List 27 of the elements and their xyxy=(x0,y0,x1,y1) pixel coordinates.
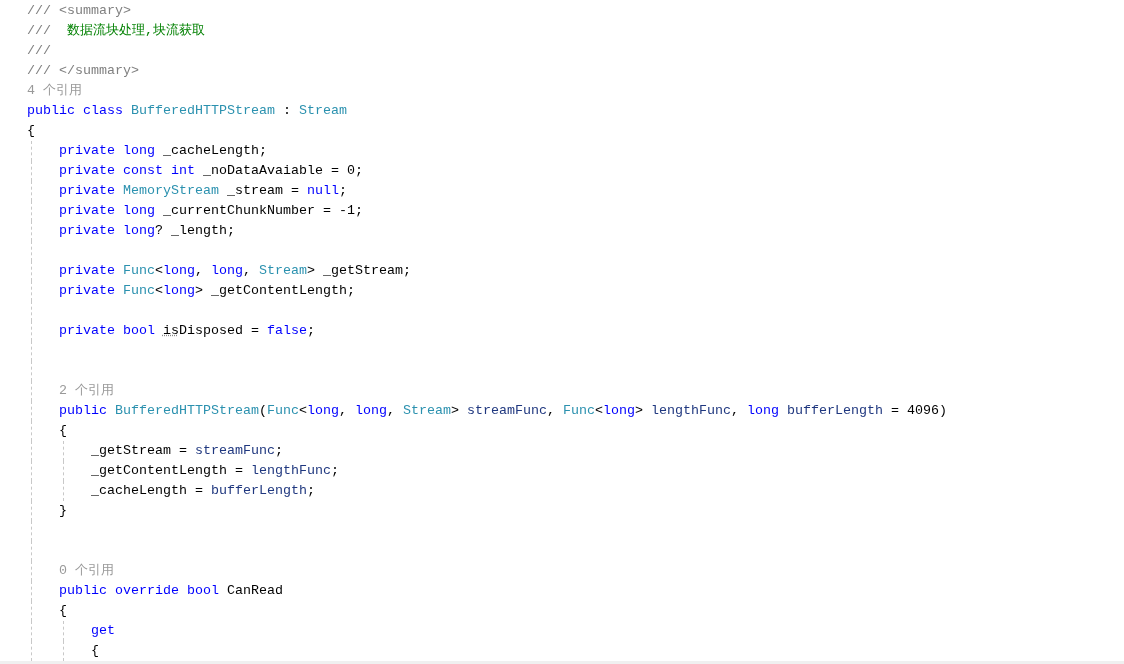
code-line: private long _currentChunkNumber = -1; xyxy=(58,202,363,220)
code-line: { xyxy=(90,642,99,660)
code-line: { xyxy=(58,422,67,440)
codelens-link[interactable]: 2 个引用 xyxy=(27,381,114,401)
code-line: public override bool CanRead xyxy=(58,582,283,600)
code-line: get xyxy=(90,622,115,640)
code-line: _cacheLength = bufferLength; xyxy=(90,482,315,500)
code-line: _getContentLength = lengthFunc; xyxy=(90,462,339,480)
code-line: { xyxy=(27,122,35,140)
code-comment: /// 数据流块处理,块流获取 xyxy=(27,22,205,40)
codelens-link[interactable]: 4 个引用 xyxy=(27,81,82,101)
code-line: public class BufferedHTTPStream : Stream xyxy=(27,102,347,120)
codelens-link[interactable]: 0 个引用 xyxy=(27,561,114,581)
code-line: } xyxy=(58,502,67,520)
code-line: private long? _length; xyxy=(58,222,235,240)
code-line: private bool isDisposed = false; xyxy=(58,322,315,340)
code-line: private MemoryStream _stream = null; xyxy=(58,182,347,200)
code-comment: /// <summary> xyxy=(27,2,131,20)
code-line: private Func<long> _getContentLength; xyxy=(58,282,355,300)
code-line: { xyxy=(58,602,67,620)
code-line: public BufferedHTTPStream(Func<long, long, Stream> streamFunc, Func<long> lengthFunc, long bufferLength = 4096) xyxy=(58,402,947,420)
code-line: private const int _noDataAvaiable = 0; xyxy=(58,162,363,180)
code-comment: /// </summary> xyxy=(27,62,139,80)
code-comment: /// xyxy=(27,42,51,60)
code-line: private Func<long, long, Stream> _getStream; xyxy=(58,262,411,280)
code-line: _getStream = streamFunc; xyxy=(90,442,283,460)
code-line: private long _cacheLength; xyxy=(58,142,267,160)
